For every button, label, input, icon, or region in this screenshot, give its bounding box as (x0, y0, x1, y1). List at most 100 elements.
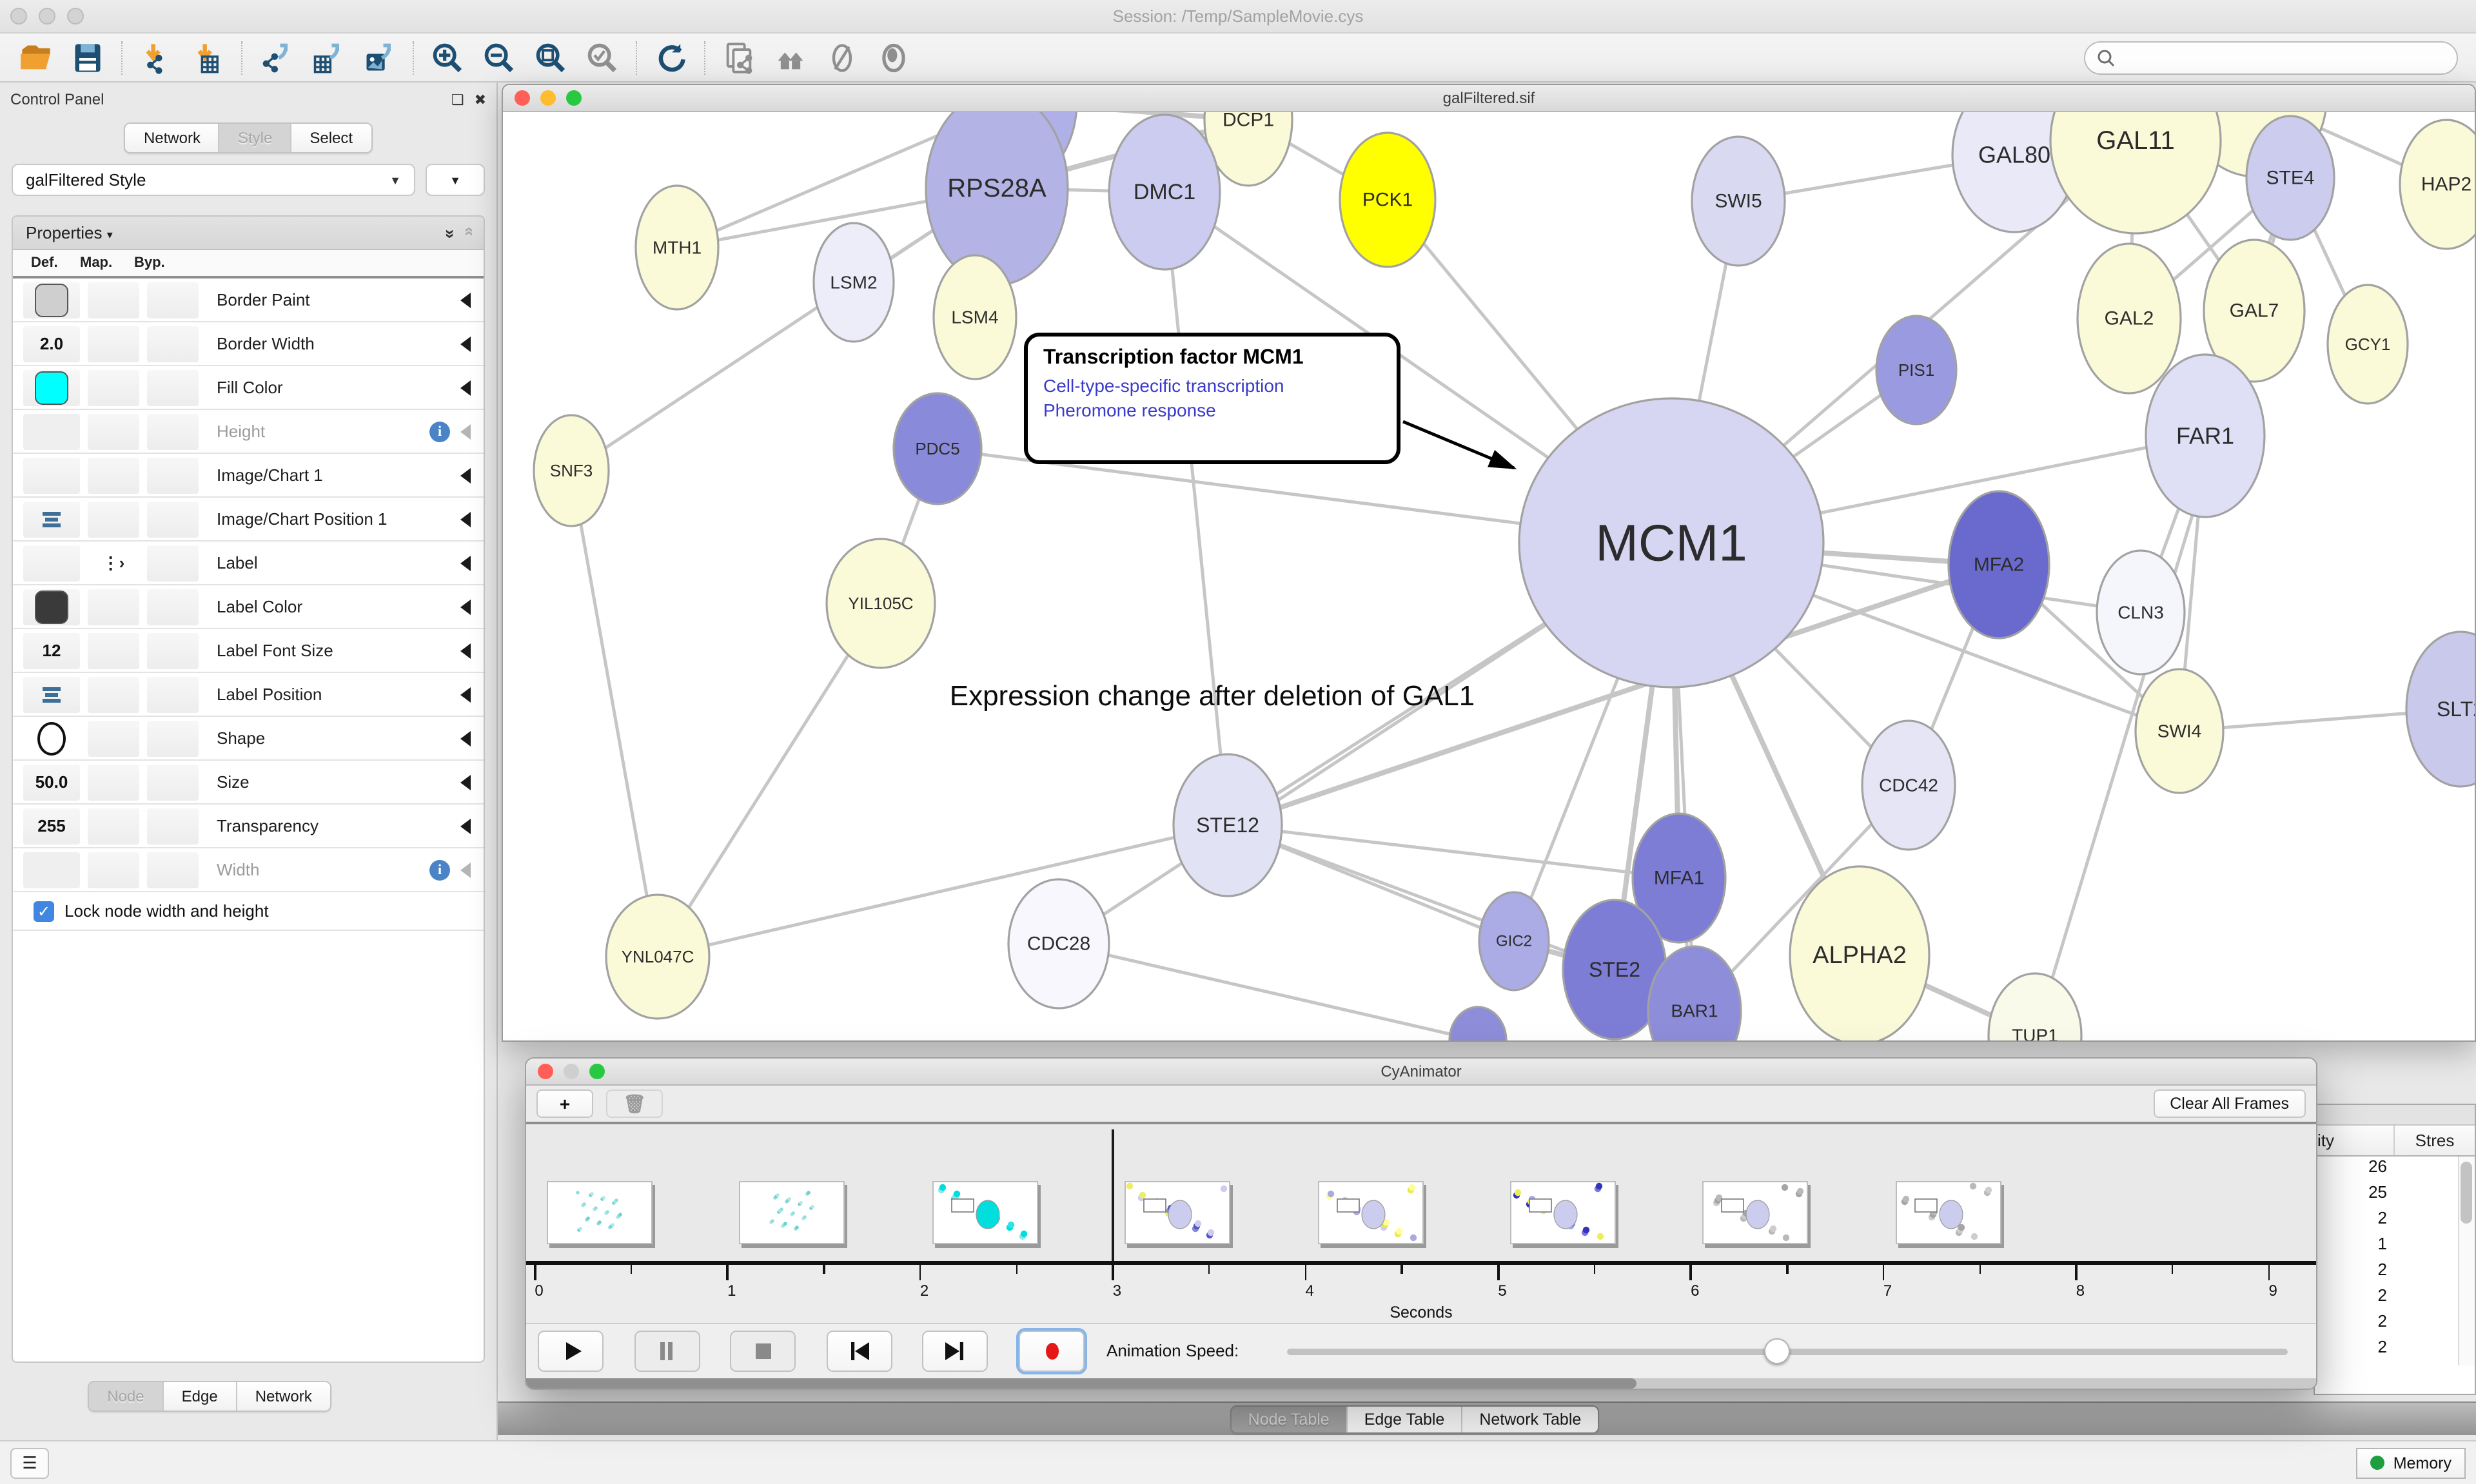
table-cell-value[interactable]: 2 (2315, 1285, 2475, 1311)
property-row[interactable]: Label Color (13, 585, 484, 629)
color-swatch[interactable] (35, 590, 68, 623)
table-cell-value[interactable]: 26 (2315, 1157, 2475, 1182)
collapse-row-icon[interactable] (460, 380, 471, 395)
panel-tab-edge[interactable]: Edge (164, 1382, 237, 1411)
node-YNL047C[interactable]: YNL047C (606, 895, 709, 1019)
edge[interactable] (1059, 944, 1478, 1040)
network-canvas[interactable]: DCP1RPS28ADMC1PCK1MTH1LSM2LSM4SNF3PDC5YI… (503, 112, 2475, 1042)
node-CLN3[interactable]: CLN3 (2097, 551, 2185, 674)
clear-all-frames-button[interactable]: Clear All Frames (2153, 1089, 2306, 1118)
tab-network[interactable]: Network (126, 124, 220, 152)
table-cell-value[interactable]: 2 (2315, 1260, 2475, 1285)
property-row[interactable]: ⋮›Label (13, 542, 484, 585)
collapse-row-icon[interactable] (460, 467, 471, 483)
node-RPS28A[interactable]: RPS28A (926, 112, 1068, 285)
animation-speed-slider[interactable] (1287, 1349, 2288, 1355)
import-network-button[interactable] (130, 37, 182, 78)
node-GAL11[interactable]: GAL11 (2050, 112, 2221, 233)
frame-thumbnail-5s[interactable] (1510, 1181, 1616, 1244)
table-cell-value[interactable]: 2 (2315, 1311, 2475, 1337)
frame-thumbnail-6s[interactable] (1703, 1181, 1809, 1244)
node-MCM1[interactable]: MCM1 (1519, 398, 1823, 687)
default-value[interactable]: 12 (43, 641, 61, 660)
property-row[interactable]: 50.0Size (13, 761, 484, 805)
node-FAR1[interactable]: FAR1 (2146, 355, 2265, 517)
frame-thumbnail-4s[interactable] (1317, 1181, 1423, 1244)
info-icon[interactable]: i (429, 859, 450, 880)
property-row[interactable]: Heighti (13, 410, 484, 454)
default-value[interactable]: 50.0 (35, 772, 68, 792)
property-row[interactable]: Fill Color (13, 366, 484, 410)
open-session-button[interactable] (10, 37, 62, 78)
close-panel-icon[interactable]: ✖ (475, 91, 486, 108)
pause-button[interactable] (634, 1331, 700, 1372)
node-MFA2[interactable]: MFA2 (1949, 491, 2049, 638)
table-scrollbar[interactable] (2458, 1157, 2475, 1365)
collapse-row-icon[interactable] (460, 424, 471, 439)
export-table-button[interactable] (302, 37, 353, 78)
import-table-button[interactable] (182, 37, 233, 78)
refresh-view-button[interactable] (645, 37, 696, 78)
node-CDC42[interactable]: CDC42 (1862, 721, 1955, 850)
collapse-row-icon[interactable] (460, 643, 471, 658)
node-GCY1[interactable]: GCY1 (2328, 285, 2408, 404)
table-cell-value[interactable]: 25 (2315, 1182, 2475, 1208)
node-PDC5[interactable]: PDC5 (894, 393, 981, 504)
cyanimator-titlebar[interactable]: CyAnimator (526, 1059, 2316, 1086)
property-row[interactable]: Label Position (13, 673, 484, 717)
node-SWI5[interactable]: SWI5 (1692, 137, 1785, 266)
edge[interactable] (1164, 192, 1228, 825)
table-tab-edge-table[interactable]: Edge Table (1348, 1406, 1463, 1432)
frame-thumbnail-1s[interactable] (740, 1181, 845, 1244)
timeline-ruler[interactable]: Seconds 0123456789 (526, 1261, 2316, 1323)
node-HAP2[interactable]: HAP2 (2400, 120, 2475, 249)
tab-select[interactable]: Select (291, 124, 371, 152)
add-frame-button[interactable]: + (536, 1089, 593, 1118)
node-DMC1[interactable]: DMC1 (1109, 115, 1220, 269)
collapse-row-icon[interactable] (460, 862, 471, 877)
node-GAL2[interactable]: GAL2 (2078, 244, 2181, 393)
collapse-all-icon[interactable]: » (458, 229, 477, 236)
memory-button[interactable]: Memory (2356, 1447, 2466, 1478)
stop-button[interactable] (730, 1331, 796, 1372)
lock-dimensions-checkbox[interactable]: ✓ (34, 901, 54, 921)
annotation-box[interactable]: Transcription factor MCM1 Cell-type-spec… (1024, 333, 1400, 464)
property-row[interactable]: 255Transparency (13, 805, 484, 848)
annotation-link[interactable]: Pheromone response (1043, 398, 1381, 423)
search-input[interactable] (2123, 49, 2432, 67)
property-row[interactable]: 2.0Border Width (13, 322, 484, 366)
table-column-header[interactable]: Stres (2395, 1126, 2475, 1155)
node-LSM2[interactable]: LSM2 (814, 223, 894, 342)
frame-thumbnail-7s[interactable] (1896, 1181, 2001, 1244)
node-STE4[interactable]: STE4 (2246, 116, 2334, 240)
edge[interactable] (571, 471, 658, 957)
export-network-button[interactable] (250, 37, 302, 78)
slider-thumb[interactable] (1764, 1338, 1790, 1364)
default-value[interactable]: 2.0 (40, 334, 63, 353)
table-tab-network-table[interactable]: Network Table (1462, 1406, 1598, 1432)
node-ALPHA2[interactable]: ALPHA2 (1790, 866, 1929, 1042)
table-cell-value[interactable]: 2 (2315, 1208, 2475, 1234)
collapse-row-icon[interactable] (460, 292, 471, 308)
collapse-row-icon[interactable] (460, 599, 471, 614)
hide-details-button[interactable] (816, 37, 868, 78)
frames-strip[interactable] (526, 1124, 2316, 1261)
style-options-button[interactable]: ▼ (426, 164, 485, 196)
node-LSM4[interactable]: LSM4 (934, 255, 1016, 379)
tab-style[interactable]: Style (220, 124, 291, 152)
task-history-icon[interactable]: ☰ (10, 1447, 49, 1478)
node-STE12[interactable]: STE12 (1174, 754, 1282, 896)
node-MTH1[interactable]: MTH1 (636, 186, 718, 309)
collapse-row-icon[interactable] (460, 511, 471, 527)
frame-thumbnail-0s[interactable] (547, 1181, 653, 1244)
property-row[interactable]: Image/Chart Position 1 (13, 498, 484, 542)
mapping-icon[interactable]: ⋮› (103, 552, 125, 573)
property-row[interactable]: Widthi (13, 848, 484, 892)
property-row[interactable]: 12Label Font Size (13, 629, 484, 673)
table-column-header[interactable]: ity (2315, 1126, 2395, 1155)
default-value[interactable]: 255 (37, 816, 65, 835)
collapse-row-icon[interactable] (460, 774, 471, 790)
animator-scrollbar[interactable] (526, 1378, 2316, 1389)
save-session-button[interactable] (62, 37, 113, 78)
info-icon[interactable]: i (429, 421, 450, 442)
